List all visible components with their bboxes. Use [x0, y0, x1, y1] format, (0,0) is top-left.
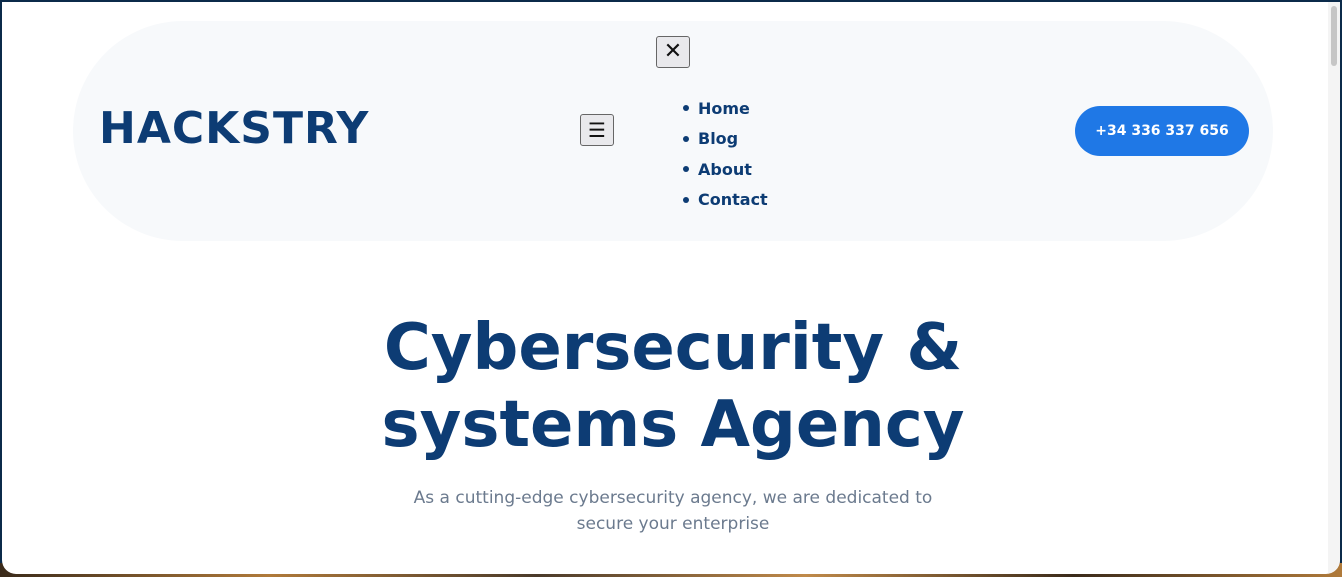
scrollbar-thumb[interactable]: [1331, 6, 1337, 66]
hero-subtitle: As a cutting-edge cybersecurity agency, …: [373, 485, 973, 537]
nav-item-about: About: [681, 154, 768, 185]
phone-button[interactable]: +34 336 337 656: [1075, 106, 1249, 156]
hero-title: Cybersecurity & systems Agency: [2, 310, 1340, 464]
vertical-scrollbar[interactable]: [1328, 2, 1340, 574]
hamburger-menu-button[interactable]: ☰: [580, 114, 614, 146]
bullet-icon: [683, 135, 689, 142]
hero-title-line-2: systems Agency: [381, 388, 965, 462]
nav-item-home: Home: [681, 93, 768, 124]
hamburger-icon: ☰: [588, 118, 606, 142]
bullet-icon: [683, 196, 689, 203]
nav-item-blog: Blog: [681, 124, 768, 155]
site-logo[interactable]: HACKSTRY: [99, 107, 369, 151]
nav-link-home[interactable]: Home: [698, 99, 750, 118]
hero-subtitle-line-1: As a cutting-edge cybersecurity agency, …: [413, 488, 933, 508]
bullet-icon: [683, 105, 689, 112]
close-icon: ✕: [663, 39, 683, 64]
hero-subtitle-line-2: secure your enterprise: [576, 514, 770, 534]
site-header: HACKSTRY ✕ ☰ Home Blog About Contact +34…: [73, 21, 1273, 241]
hero-title-line-1: Cybersecurity &: [383, 311, 963, 385]
nav-link-about[interactable]: About: [698, 160, 752, 179]
nav-link-blog[interactable]: Blog: [698, 129, 738, 148]
browser-viewport: HACKSTRY ✕ ☰ Home Blog About Contact +34…: [2, 2, 1340, 574]
close-menu-button[interactable]: ✕: [656, 36, 690, 68]
bullet-icon: [683, 166, 689, 173]
nav-item-contact: Contact: [681, 185, 768, 216]
nav-link-contact[interactable]: Contact: [698, 190, 768, 209]
main-nav: Home Blog About Contact: [681, 93, 768, 215]
